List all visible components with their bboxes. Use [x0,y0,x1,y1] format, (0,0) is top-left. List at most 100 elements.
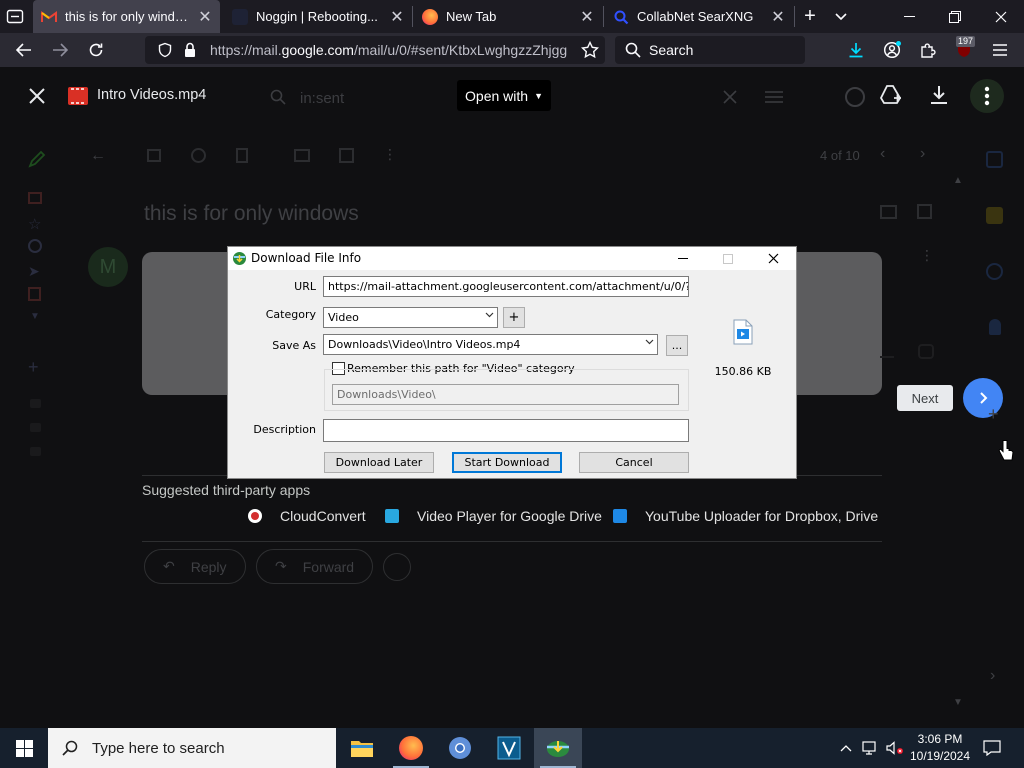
tab-close-icon[interactable]: ✕ [198,7,212,27]
video-file-type-icon [733,319,753,345]
network-icon[interactable] [860,728,882,768]
taskbar-search-box[interactable]: Type here to search [48,728,336,768]
browser-tab-strip: this is for only windows - ✕ Noggin | Re… [0,0,1024,33]
notification-center-icon[interactable] [980,728,1004,768]
forward-label: Forward [302,558,355,575]
cancel-button[interactable]: Cancel [579,452,689,473]
forward-arrow-icon[interactable] [44,33,76,67]
description-field[interactable] [323,419,689,442]
back-to-list-icon: ← [90,147,106,164]
windows-start-icon[interactable] [0,728,48,768]
bookmark-star-icon[interactable] [574,33,606,67]
scroll-down-icon: ▼ [953,697,963,708]
add-category-button[interactable]: + [503,307,525,328]
ublock-count-badge: 197 [956,36,976,47]
ublock-shield-icon[interactable]: 197 [948,33,980,67]
add-addon-icon: + [988,404,999,424]
tray-overflow-chevron-icon[interactable] [836,728,856,768]
more-chevron-icon: ▼ [30,311,40,322]
email-more-icon: ⋮ [383,146,397,162]
dropdown-caret-icon: ▼ [534,90,543,101]
dialog-title-bar[interactable]: Download File Info [228,247,796,270]
mouse-pointer-icon [998,439,1014,463]
vscode-taskbar-icon[interactable] [485,728,533,768]
site-lock-icon[interactable] [183,42,197,58]
list-all-tabs-chevron-icon[interactable] [832,6,850,26]
new-tab-plus-icon[interactable]: + [800,6,820,26]
category-chevron-down-icon [485,311,494,321]
tab-title: Noggin | Rebooting... [256,9,378,24]
download-icon[interactable] [928,84,950,106]
start-download-button[interactable]: Start Download [452,452,562,473]
file-size: 150.86 KB [714,365,772,378]
restore-window-icon[interactable] [933,0,977,33]
tab-separator [603,6,604,27]
expand-panel-icon: › [990,667,996,684]
url-field[interactable]: https://mail-attachment.googleuserconten… [323,276,689,297]
url-domain: google.com [281,42,354,58]
save-as-select[interactable]: Downloads\Video\Intro Videos.mp4 [323,334,658,355]
back-arrow-icon[interactable] [8,33,40,67]
idm-taskbar-icon[interactable] [534,728,582,768]
downloads-arrow-icon[interactable] [840,33,872,67]
noggin-favicon-icon [232,8,248,25]
default-path-field: Downloads\Video\ [332,384,679,405]
sender-avatar: M [88,247,128,287]
tab-new-tab[interactable]: New Tab ✕ [414,0,602,33]
archive-icon [147,149,161,162]
tab-title: this is for only windows - [65,9,190,24]
dialog-close-icon[interactable] [750,247,796,270]
save-as-label: Save As [272,339,316,352]
url-bar[interactable]: https://mail. google.com/mail/u/0/#sent/K… [145,36,605,64]
tab-close-icon[interactable]: ✕ [580,7,594,27]
add-to-drive-icon[interactable] [879,84,903,106]
open-with-button[interactable]: Open with ▼ [457,80,551,111]
tab-list-icon[interactable] [6,8,24,25]
close-viewer-icon[interactable] [27,86,47,106]
starred-icon: ☆ [28,216,42,233]
reply-label: Reply [190,558,227,575]
save-as-value: Downloads\Video\Intro Videos.mp4 [328,338,521,351]
taskbar-clock[interactable]: 3:06 PM 10/19/2024 [908,731,972,765]
sync-dot [896,41,901,46]
category-select[interactable]: Video [323,307,498,328]
tab-noggin[interactable]: Noggin | Rebooting... ✕ [224,0,412,33]
account-icon[interactable] [876,33,908,67]
url-label: URL [294,280,316,293]
delete-icon [236,148,248,163]
download-later-button[interactable]: Download Later [324,452,434,473]
category-label: Category [265,308,316,321]
reload-icon[interactable] [80,33,112,67]
dialog-minimize-icon[interactable] [660,247,706,270]
reply-button: ↶ Reply [144,549,246,584]
forward-button: ↷ Forward [256,549,374,584]
browse-button[interactable]: ... [666,335,688,356]
volume-muted-icon[interactable] [884,728,906,768]
chromium-taskbar-icon[interactable] [436,728,484,768]
tab-close-icon[interactable]: ✕ [390,7,404,27]
firefox-taskbar-icon[interactable] [387,728,435,768]
tab-gmail[interactable]: this is for only windows - ✕ [33,0,220,33]
minimize-window-icon[interactable] [888,0,932,33]
hamburger-menu-icon[interactable] [984,33,1016,67]
tab-close-icon[interactable]: ✕ [771,7,785,27]
app-youtube-uploader[interactable]: YouTube Uploader for Dropbox, Drive [613,508,878,524]
tab-searxng[interactable]: CollabNet SearXNG ✕ [605,0,793,33]
snooze-icon [339,148,354,163]
open-new-window-icon [917,204,932,219]
app-video-player[interactable]: Video Player for Google Drive [385,508,602,524]
search-box[interactable]: Search [615,36,805,64]
taskbar-search-placeholder: Type here to search [92,739,225,757]
app-cloudconvert[interactable]: CloudConvert [248,508,366,524]
next-email-icon: › [920,145,926,162]
download-file-info-dialog: Download File Info URL https://mail-atta… [227,246,797,479]
close-window-icon[interactable] [978,0,1024,33]
tracking-protection-shield-icon[interactable] [157,42,173,58]
file-explorer-icon[interactable] [338,728,386,768]
extensions-puzzle-icon[interactable] [912,33,944,67]
more-options-icon[interactable] [970,79,1004,113]
card-download-icon [880,344,894,358]
url-path: /mail/u/0/#sent/KtbxLwghgzzZhjgg [353,42,568,58]
next-button[interactable]: Next [897,385,953,411]
compose-pencil-icon [28,150,46,168]
